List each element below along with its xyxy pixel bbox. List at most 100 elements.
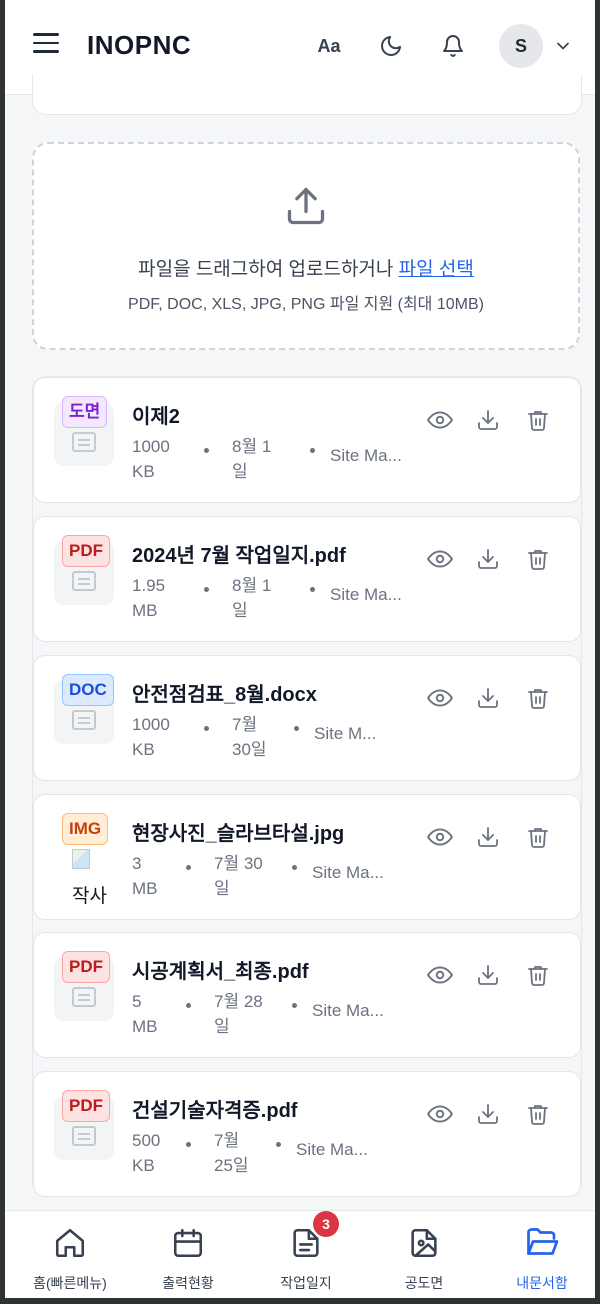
download-button[interactable] bbox=[474, 545, 502, 573]
download-button[interactable] bbox=[474, 1100, 502, 1128]
file-thumbnail: PDF bbox=[54, 1090, 114, 1160]
blueprint-icon bbox=[411, 1228, 437, 1258]
view-button[interactable] bbox=[426, 961, 454, 989]
moon-icon bbox=[381, 36, 401, 56]
download-icon bbox=[478, 1104, 498, 1124]
meta-separator bbox=[204, 448, 209, 453]
download-button[interactable] bbox=[474, 684, 502, 712]
eye-icon bbox=[427, 828, 453, 846]
download-button[interactable] bbox=[474, 406, 502, 434]
file-date: 7월 28 일 bbox=[214, 992, 263, 1036]
meta-separator bbox=[204, 587, 209, 592]
delete-button[interactable] bbox=[524, 823, 552, 851]
file-name[interactable]: 건설기술자격증.pdf bbox=[132, 1094, 297, 1123]
file-thumbnail: PDF bbox=[54, 535, 114, 605]
file-card[interactable]: PDF 2024년 7월 작업일지.pdf 1.95 MB 8월 1 일 Site Ma… bbox=[33, 516, 581, 642]
nav-my-documents[interactable]: 내문서함 bbox=[483, 1223, 595, 1293]
view-button[interactable] bbox=[426, 406, 454, 434]
notifications-button[interactable] bbox=[433, 28, 473, 64]
bell-icon bbox=[443, 35, 463, 57]
file-date: 7월 30일 bbox=[232, 715, 267, 759]
file-select-link[interactable]: 파일 선택 bbox=[399, 259, 474, 280]
file-size: 1000 KB bbox=[132, 437, 170, 481]
app-screen: INOPNC Aa S 파일을 드래그하여 업로드하거나 파일 선택 PDF, … bbox=[5, 0, 595, 1298]
file-card[interactable]: PDF 시공계획서_최종.pdf 5 MB 7월 28 일 Site Ma... bbox=[33, 932, 581, 1058]
file-card[interactable]: DOC 안전점검표_8월.docx 1000 KB 7월 30일 Site M... bbox=[33, 655, 581, 781]
document-icon bbox=[72, 987, 96, 1007]
meta-separator bbox=[186, 1003, 191, 1008]
file-thumbnail: PDF bbox=[54, 951, 114, 1021]
meta-separator bbox=[276, 1142, 281, 1147]
file-size: 1000 KB bbox=[132, 715, 170, 759]
file-type-badge: PDF bbox=[62, 1090, 110, 1122]
meta-separator bbox=[186, 1142, 191, 1147]
meta-separator bbox=[310, 587, 315, 592]
previous-card bbox=[32, 74, 582, 115]
file-uploader: Site Ma... bbox=[312, 1001, 384, 1020]
download-button[interactable] bbox=[474, 961, 502, 989]
delete-button[interactable] bbox=[524, 1100, 552, 1128]
menu-icon[interactable] bbox=[33, 33, 59, 59]
file-name[interactable]: 현장사진_슬라브타설.jpg bbox=[132, 817, 344, 846]
nav-work-log[interactable]: 3 작업일지 bbox=[247, 1211, 365, 1293]
file-type-badge: DOC bbox=[62, 674, 114, 706]
eye-icon bbox=[427, 550, 453, 568]
document-icon bbox=[72, 571, 96, 591]
download-icon bbox=[478, 827, 498, 847]
view-button[interactable] bbox=[426, 823, 454, 851]
view-button[interactable] bbox=[426, 1100, 454, 1128]
upload-hint: PDF, DOC, XLS, JPG, PNG 파일 지원 (최대 10MB) bbox=[128, 296, 484, 313]
meta-separator bbox=[292, 1003, 297, 1008]
download-button[interactable] bbox=[474, 823, 502, 851]
delete-button[interactable] bbox=[524, 406, 552, 434]
file-date: 8월 1 일 bbox=[232, 437, 272, 481]
meta-separator bbox=[292, 865, 297, 870]
upload-dropzone[interactable]: 파일을 드래그하여 업로드하거나 파일 선택 PDF, DOC, XLS, JP… bbox=[32, 142, 580, 350]
file-type-badge: 도면 bbox=[62, 396, 108, 428]
view-button[interactable] bbox=[426, 684, 454, 712]
trash-icon bbox=[528, 966, 548, 986]
file-name[interactable]: 2024년 7월 작업일지.pdf bbox=[132, 539, 346, 568]
file-name[interactable]: 이제2 bbox=[132, 400, 180, 429]
delete-button[interactable] bbox=[524, 684, 552, 712]
file-thumbnail: 작사 IMG bbox=[54, 813, 114, 907]
dark-mode-button[interactable] bbox=[371, 28, 411, 64]
file-actions bbox=[426, 961, 566, 989]
file-uploader: Site Ma... bbox=[312, 863, 384, 882]
file-card[interactable]: 작사 IMG 현장사진_슬라브타설.jpg 3 MB 7월 30 일 Site Ma... bbox=[33, 794, 581, 920]
download-icon bbox=[478, 965, 498, 985]
font-size-button[interactable]: Aa bbox=[309, 28, 349, 64]
nav-blueprints[interactable]: 공도면 bbox=[365, 1223, 483, 1293]
broken-image-icon bbox=[72, 849, 90, 869]
upload-instruction: 파일을 드래그하여 업로드하거나 파일 선택 bbox=[34, 254, 578, 281]
user-avatar[interactable]: S bbox=[499, 24, 543, 68]
file-name[interactable]: 안전점검표_8월.docx bbox=[132, 678, 317, 707]
document-icon bbox=[72, 710, 96, 730]
download-icon bbox=[478, 688, 498, 708]
file-type-badge: PDF bbox=[62, 535, 110, 567]
file-type-badge: PDF bbox=[62, 951, 110, 983]
eye-icon bbox=[427, 966, 453, 984]
view-button[interactable] bbox=[426, 545, 454, 573]
nav-output-status[interactable]: 출력현황 bbox=[129, 1223, 247, 1293]
eye-icon bbox=[427, 411, 453, 429]
file-card[interactable]: PDF 건설기술자격증.pdf 500 KB 7월 25일 Site Ma... bbox=[33, 1071, 581, 1197]
file-uploader: Site Ma... bbox=[330, 446, 402, 465]
nav-home[interactable]: 홈(빠른메뉴) bbox=[11, 1223, 129, 1293]
folder-open-icon bbox=[527, 1228, 559, 1255]
file-card[interactable]: 도면 이제2 1000 KB 8월 1 일 Site Ma... bbox=[33, 377, 581, 503]
delete-button[interactable] bbox=[524, 961, 552, 989]
chevron-down-icon[interactable] bbox=[553, 36, 573, 56]
meta-separator bbox=[204, 726, 209, 731]
file-name[interactable]: 시공계획서_최종.pdf bbox=[132, 955, 309, 984]
delete-button[interactable] bbox=[524, 545, 552, 573]
meta-separator bbox=[186, 865, 191, 870]
file-date: 7월 25일 bbox=[214, 1131, 249, 1175]
eye-icon bbox=[427, 689, 453, 707]
file-actions bbox=[426, 1100, 566, 1128]
file-actions bbox=[426, 823, 566, 851]
nav-output-status-label: 출력현황 bbox=[162, 1275, 214, 1291]
home-icon bbox=[55, 1228, 85, 1258]
eye-icon bbox=[427, 1105, 453, 1123]
file-date: 7월 30 일 bbox=[214, 854, 263, 898]
